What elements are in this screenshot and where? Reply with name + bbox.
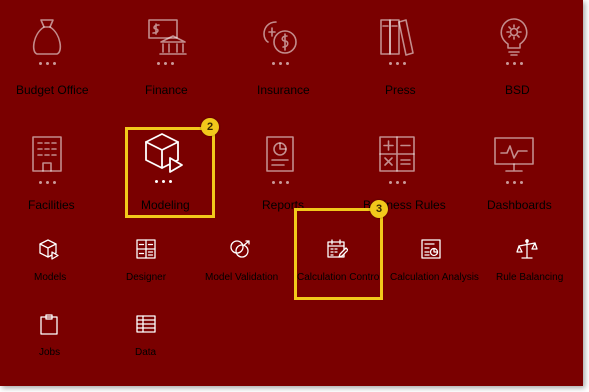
validation-icon (230, 240, 250, 258)
more-dots[interactable] (505, 181, 523, 184)
cluster-label: Budget Office (16, 83, 89, 97)
balance-icon (516, 239, 538, 259)
card-label: Rule Balancing (496, 272, 564, 283)
report-icon (266, 136, 294, 172)
more-dots[interactable] (271, 62, 289, 65)
lightbulb-icon (500, 18, 528, 56)
monitor-chart-icon (494, 137, 534, 172)
coins-icon (263, 21, 297, 54)
more-dots[interactable] (156, 62, 174, 65)
grid-icon (136, 315, 156, 333)
cube-icon (39, 239, 59, 260)
card-designer[interactable] (135, 238, 157, 260)
cluster-label: Dashboards (487, 198, 552, 212)
callout-badge: 2 (201, 118, 219, 136)
books-icon (380, 19, 414, 56)
card-model-validation[interactable] (229, 238, 251, 260)
highlight-box-calculation-control (294, 208, 383, 300)
card-rule-balancing[interactable] (516, 238, 538, 260)
callout-badge: 3 (370, 200, 388, 218)
card-data[interactable] (135, 313, 157, 335)
bank-check-icon (148, 19, 187, 55)
more-dots[interactable] (505, 62, 523, 65)
cluster-business-rules[interactable] (368, 133, 426, 184)
money-bag-icon (32, 19, 62, 55)
card-jobs[interactable] (38, 313, 60, 335)
card-label: Data (135, 347, 157, 358)
cluster-reports[interactable] (251, 133, 309, 184)
cluster-label: Facilities (28, 198, 75, 212)
more-dots[interactable] (388, 181, 406, 184)
navigator-panel: Budget Office Finance Insurance Press BS… (0, 0, 583, 386)
more-dots[interactable] (38, 62, 56, 65)
designer-icon (136, 239, 156, 259)
card-label: Models (34, 272, 67, 283)
cluster-bsd[interactable] (485, 14, 543, 65)
more-dots[interactable] (388, 62, 406, 65)
more-dots[interactable] (271, 181, 289, 184)
cluster-budget-office[interactable] (18, 14, 76, 65)
cluster-insurance[interactable] (251, 14, 309, 65)
analysis-icon (421, 239, 441, 259)
cluster-press[interactable] (368, 14, 426, 65)
building-icon (32, 136, 62, 172)
cluster-dashboards[interactable] (485, 133, 543, 184)
calculator-icon (379, 136, 415, 172)
cluster-facilities[interactable] (18, 133, 76, 184)
highlight-box-modeling (125, 127, 215, 218)
card-calculation-analysis[interactable] (420, 238, 442, 260)
cluster-finance[interactable] (136, 14, 194, 65)
card-label: Designer (126, 272, 167, 283)
more-dots[interactable] (38, 181, 56, 184)
card-label: Jobs (39, 347, 61, 358)
cluster-label: Press (385, 83, 416, 97)
clipboard-icon (40, 314, 58, 335)
cluster-label: Finance (145, 83, 188, 97)
card-models[interactable] (38, 238, 60, 260)
cluster-label: BSD (505, 83, 530, 97)
card-label: Calculation Analysis (390, 272, 479, 283)
cluster-label: Insurance (257, 83, 310, 97)
card-label: Model Validation (205, 272, 279, 283)
